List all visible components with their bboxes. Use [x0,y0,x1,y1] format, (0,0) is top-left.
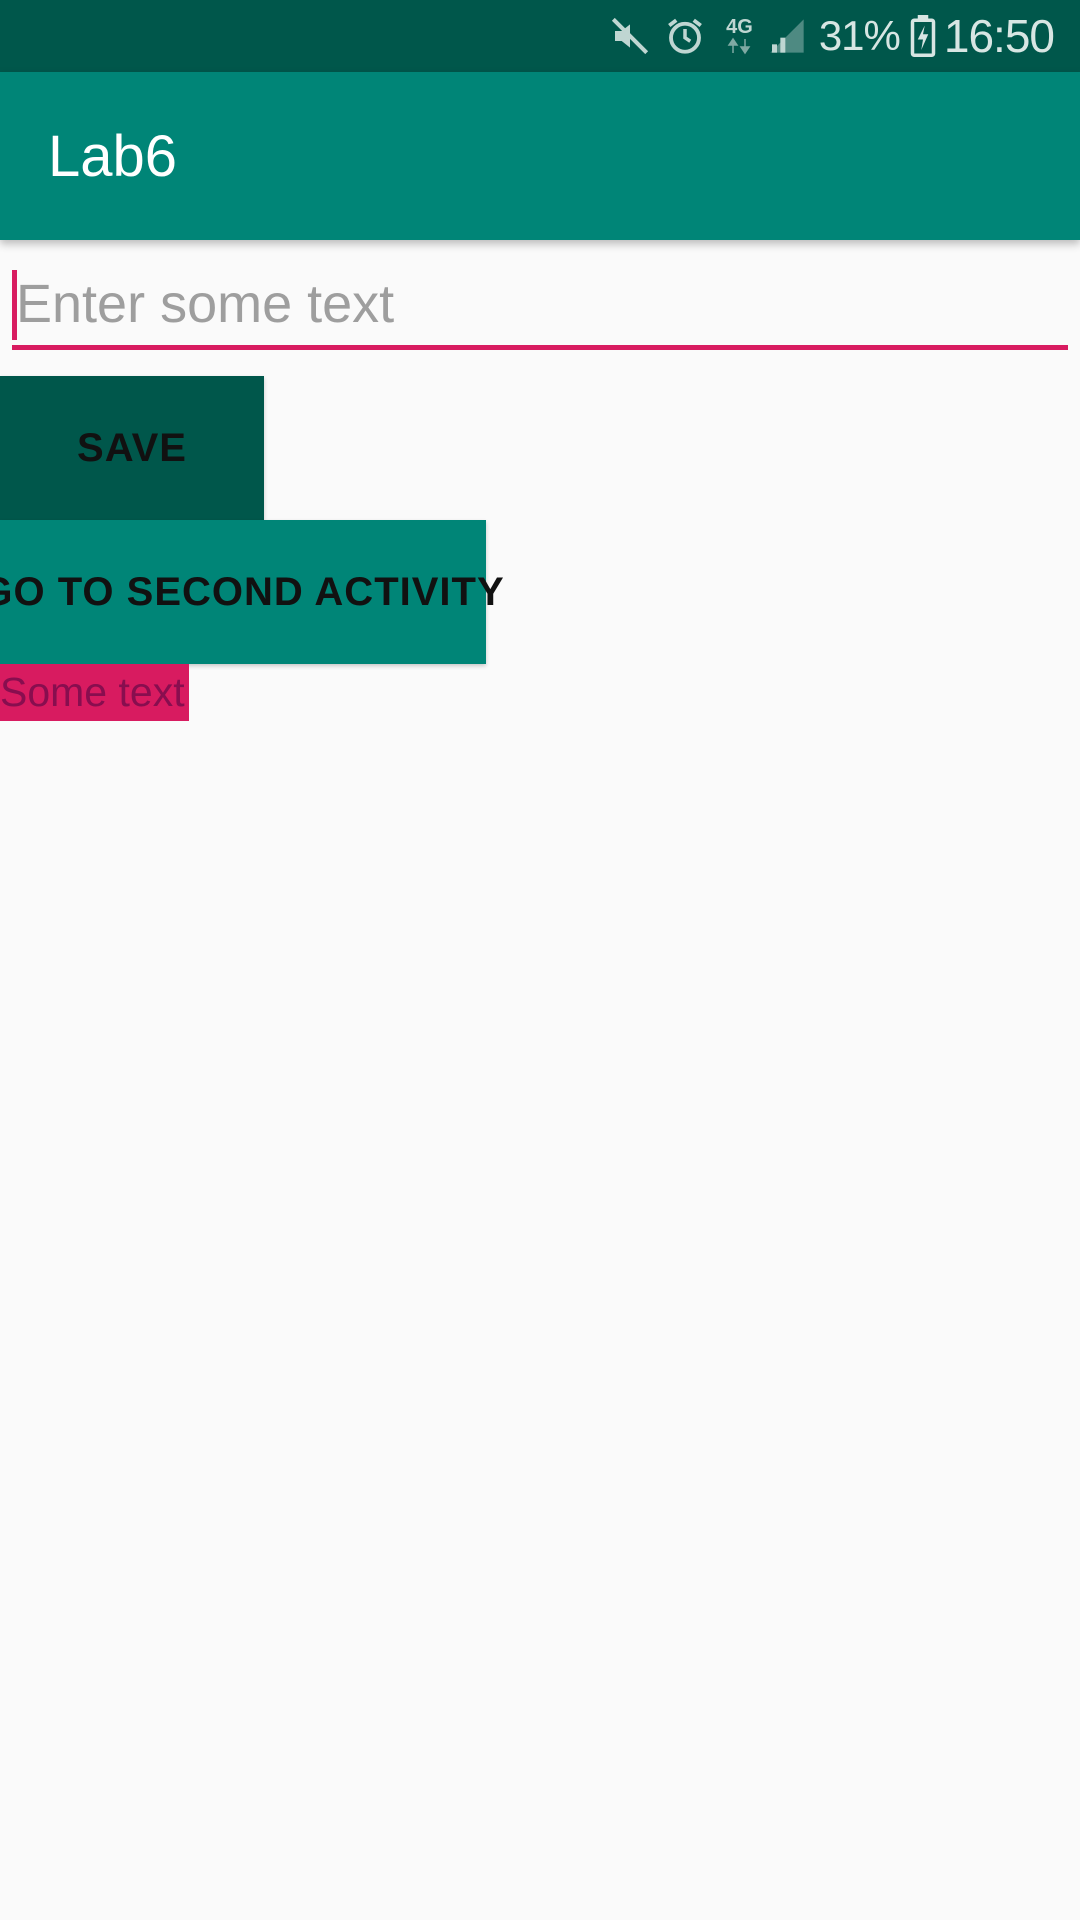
network-label: 4G [726,16,753,38]
text-input-container [12,262,1068,356]
clock: 16:50 [943,10,1055,62]
text-cursor [12,270,17,340]
mute-icon [610,16,650,56]
go-to-second-activity-button[interactable]: GO TO SECOND ACTIVITY [0,520,504,664]
app-bar: Lab6 [0,72,1080,240]
battery-percent: 31% [818,12,901,59]
app-title: Lab6 [48,123,178,189]
status-bar: 4G 31% 16:50 [0,0,1080,72]
text-input[interactable] [12,262,1068,350]
4g-data-icon: 4G [726,17,753,55]
alarm-icon [664,15,706,57]
save-button[interactable]: SAVE [0,376,264,520]
signal-icon [767,16,807,56]
output-text: Some text [0,664,189,721]
battery-icon [910,15,936,57]
